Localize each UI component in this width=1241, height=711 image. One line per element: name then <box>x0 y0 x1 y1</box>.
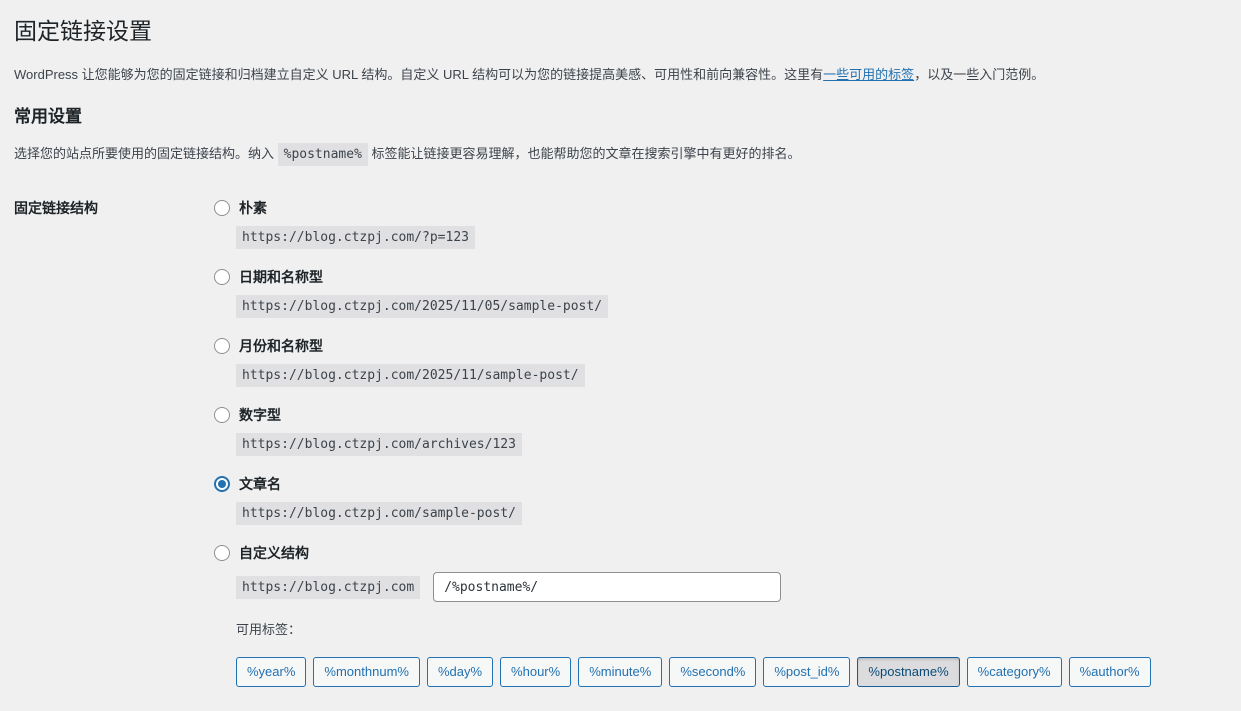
option-plain-label[interactable]: 朴素 <box>239 198 267 218</box>
tag-button-post-id[interactable]: %post_id% <box>763 657 850 687</box>
option-plain-labelline[interactable]: 朴素 <box>214 198 1217 218</box>
permalink-settings-page: 固定链接设置 WordPress 让您能够为您的固定链接和归档建立自定义 URL… <box>0 0 1241 711</box>
option-day-name-label[interactable]: 日期和名称型 <box>239 267 323 287</box>
radio-month-name[interactable] <box>214 338 230 354</box>
custom-structure-input[interactable] <box>433 572 781 602</box>
option-numeric: 数字型 https://blog.ctzpj.com/archives/123 <box>214 405 1217 456</box>
tag-button-hour[interactable]: %hour% <box>500 657 571 687</box>
tag-button-category[interactable]: %category% <box>967 657 1062 687</box>
available-tags-label: 可用标签： <box>236 620 1217 640</box>
option-month-name-example-url: https://blog.ctzpj.com/2025/11/sample-po… <box>236 364 585 387</box>
radio-day-name[interactable] <box>214 269 230 285</box>
available-tags-link[interactable]: 一些可用的标签 <box>823 67 914 82</box>
option-custom-label[interactable]: 自定义结构 <box>239 543 309 563</box>
option-plain-example-url: https://blog.ctzpj.com/?p=123 <box>236 226 475 249</box>
radio-plain[interactable] <box>214 200 230 216</box>
common-settings-heading: 常用设置 <box>14 106 1217 128</box>
tag-button-day[interactable]: %day% <box>427 657 493 687</box>
permalink-structure-form: 固定链接结构 朴素 https://blog.ctzpj.com/?p=123 … <box>14 198 1217 687</box>
option-custom-labelline[interactable]: 自定义结构 <box>214 543 1217 563</box>
option-numeric-labelline[interactable]: 数字型 <box>214 405 1217 425</box>
option-day-name-labelline[interactable]: 日期和名称型 <box>214 267 1217 287</box>
tag-button-postname[interactable]: %postname% <box>857 657 959 687</box>
custom-structure-base-url: https://blog.ctzpj.com <box>236 576 420 599</box>
option-post-name-example-url: https://blog.ctzpj.com/sample-post/ <box>236 502 522 525</box>
option-post-name-label[interactable]: 文章名 <box>239 474 281 494</box>
postname-inline-code: %postname% <box>278 143 368 166</box>
option-plain: 朴素 https://blog.ctzpj.com/?p=123 <box>214 198 1217 249</box>
section-intro-after: 标签能让链接更容易理解，也能帮助您的文章在搜索引擎中有更好的排名。 <box>368 146 801 161</box>
option-month-name-labelline[interactable]: 月份和名称型 <box>214 336 1217 356</box>
intro-text-after: ，以及一些入门范例。 <box>914 67 1044 82</box>
radio-custom-structure[interactable] <box>214 545 230 561</box>
option-month-name: 月份和名称型 https://blog.ctzpj.com/2025/11/sa… <box>214 336 1217 387</box>
custom-structure-line: https://blog.ctzpj.com <box>236 572 1217 602</box>
tag-button-author[interactable]: %author% <box>1069 657 1151 687</box>
intro-paragraph: WordPress 让您能够为您的固定链接和归档建立自定义 URL 结构。自定义… <box>14 65 1217 85</box>
radio-numeric[interactable] <box>214 407 230 423</box>
available-tags-list: %year% %monthnum% %day% %hour% %minute% … <box>236 657 1217 687</box>
tag-button-year[interactable]: %year% <box>236 657 306 687</box>
option-numeric-label[interactable]: 数字型 <box>239 405 281 425</box>
option-month-name-label[interactable]: 月份和名称型 <box>239 336 323 356</box>
option-day-name-example-url: https://blog.ctzpj.com/2025/11/05/sample… <box>236 295 608 318</box>
option-post-name: 文章名 https://blog.ctzpj.com/sample-post/ <box>214 474 1217 525</box>
structure-options: 朴素 https://blog.ctzpj.com/?p=123 日期和名称型 … <box>214 198 1217 687</box>
page-title: 固定链接设置 <box>14 14 1217 51</box>
tag-button-second[interactable]: %second% <box>669 657 756 687</box>
option-day-name: 日期和名称型 https://blog.ctzpj.com/2025/11/05… <box>214 267 1217 318</box>
option-custom-structure: 自定义结构 https://blog.ctzpj.com <box>214 543 1217 602</box>
section-intro-before: 选择您的站点所要使用的固定链接结构。纳入 <box>14 146 278 161</box>
tag-button-monthnum[interactable]: %monthnum% <box>313 657 420 687</box>
structure-row-label: 固定链接结构 <box>14 198 214 219</box>
radio-post-name[interactable] <box>214 476 230 492</box>
section-intro-paragraph: 选择您的站点所要使用的固定链接结构。纳入 %postname% 标签能让链接更容… <box>14 144 1217 165</box>
option-numeric-example-url: https://blog.ctzpj.com/archives/123 <box>236 433 522 456</box>
intro-text-before: WordPress 让您能够为您的固定链接和归档建立自定义 URL 结构。自定义… <box>14 67 823 82</box>
option-post-name-labelline[interactable]: 文章名 <box>214 474 1217 494</box>
tag-button-minute[interactable]: %minute% <box>578 657 662 687</box>
